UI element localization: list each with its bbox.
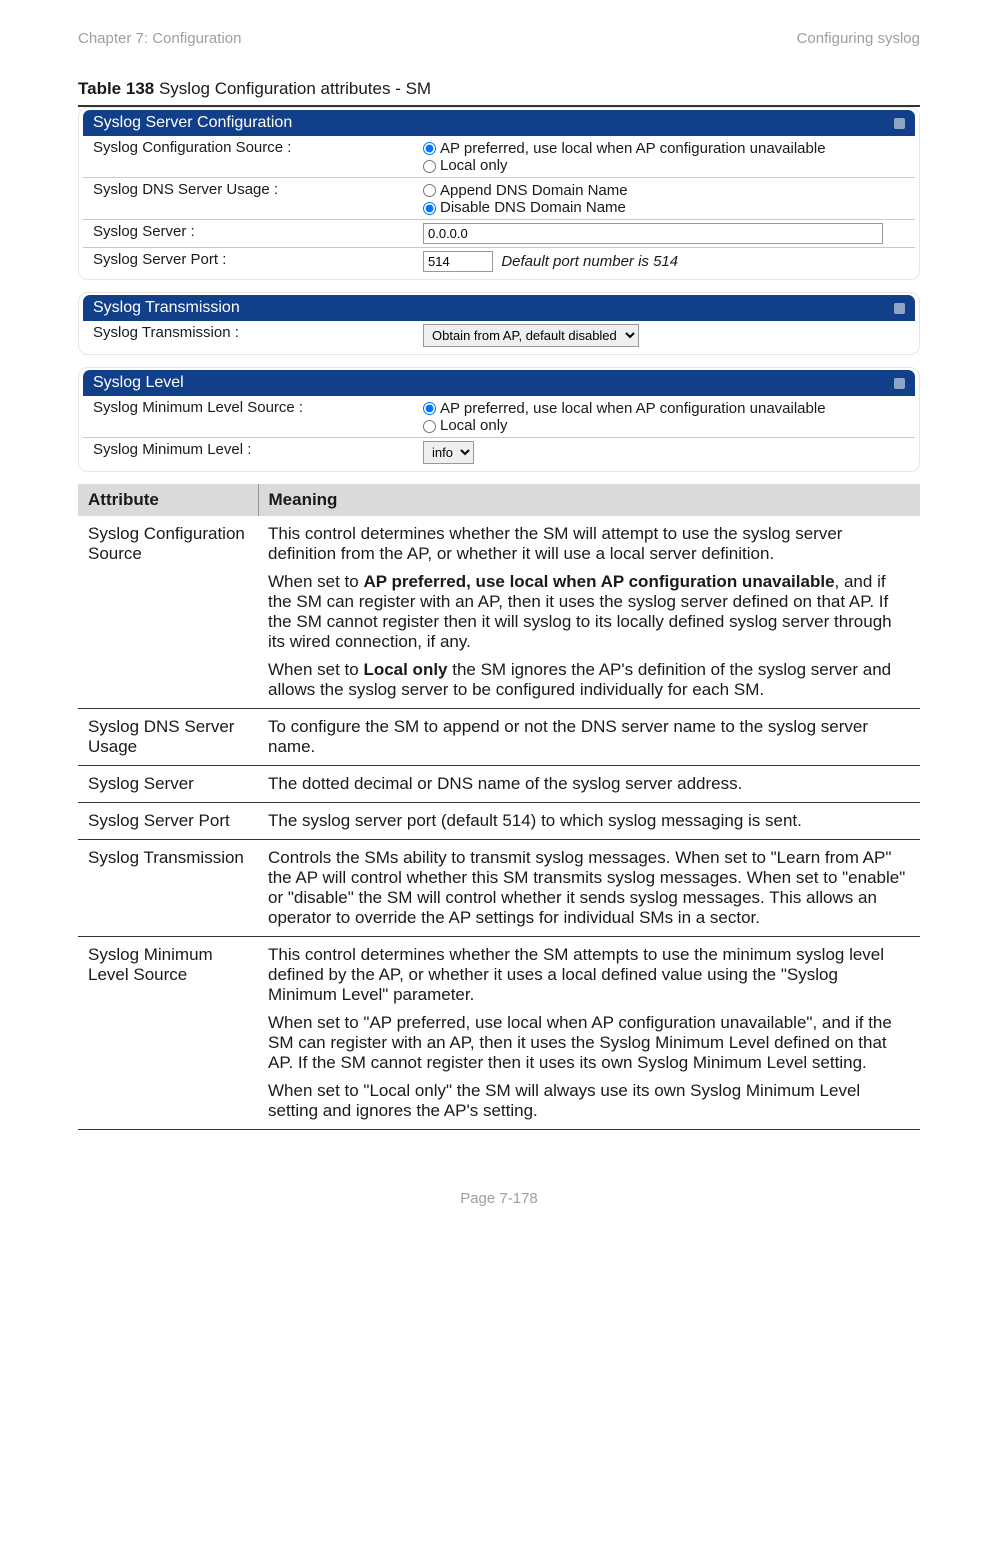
section-label: Configuring syslog	[797, 30, 920, 47]
syslog-server-config-panel: Syslog Server Configuration Syslog Confi…	[78, 107, 920, 280]
table-row: Syslog ServerThe dotted decimal or DNS n…	[78, 766, 920, 803]
radio-ap-preferred[interactable]: AP preferred, use local when AP configur…	[423, 140, 826, 157]
field-label: Syslog Transmission :	[83, 321, 413, 350]
attr-name: Syslog Configuration Source	[78, 516, 258, 709]
syslog-min-level-select[interactable]: info	[423, 441, 474, 464]
field-label: Syslog Configuration Source :	[83, 136, 413, 178]
table-number: Table 138	[78, 79, 154, 98]
syslog-transmission-select[interactable]: Obtain from AP, default disabled	[423, 324, 639, 347]
table-row: Syslog Configuration SourceThis control …	[78, 516, 920, 709]
page-footer: Page 7-178	[78, 1190, 920, 1207]
attr-name: Syslog Server	[78, 766, 258, 803]
radio-append-dns[interactable]: Append DNS Domain Name	[423, 182, 628, 199]
attr-name: Syslog DNS Server Usage	[78, 709, 258, 766]
attr-name: Syslog Minimum Level Source	[78, 937, 258, 1130]
radio-level-local-only[interactable]: Local only	[423, 417, 508, 434]
collapse-icon[interactable]	[894, 378, 905, 389]
table-row: Syslog Server PortThe syslog server port…	[78, 803, 920, 840]
attr-meaning: The dotted decimal or DNS name of the sy…	[258, 766, 920, 803]
field-label: Syslog Server :	[83, 220, 413, 248]
radio-local-only[interactable]: Local only	[423, 157, 508, 174]
table-row: Syslog Minimum Level SourceThis control …	[78, 937, 920, 1130]
collapse-icon[interactable]	[894, 118, 905, 129]
radio-level-ap-preferred[interactable]: AP preferred, use local when AP configur…	[423, 400, 826, 417]
attr-name: Syslog Server Port	[78, 803, 258, 840]
collapse-icon[interactable]	[894, 303, 905, 314]
syslog-server-input[interactable]	[423, 223, 883, 244]
chapter-label: Chapter 7: Configuration	[78, 30, 241, 47]
attr-meaning: To configure the SM to append or not the…	[258, 709, 920, 766]
attributes-table: Attribute Meaning Syslog Configuration S…	[78, 484, 920, 1130]
port-hint: Default port number is 514	[501, 253, 678, 270]
radio-disable-dns[interactable]: Disable DNS Domain Name	[423, 199, 626, 216]
syslog-port-input[interactable]	[423, 251, 493, 272]
field-label: Syslog Server Port :	[83, 248, 413, 276]
field-label: Syslog DNS Server Usage :	[83, 178, 413, 220]
attr-meaning: The syslog server port (default 514) to …	[258, 803, 920, 840]
syslog-transmission-panel: Syslog Transmission Syslog Transmission …	[78, 292, 920, 355]
attr-meaning: Controls the SMs ability to transmit sys…	[258, 840, 920, 937]
table-caption: Table 138 Syslog Configuration attribute…	[78, 79, 920, 99]
field-label: Syslog Minimum Level Source :	[83, 396, 413, 438]
table-row: Syslog DNS Server UsageTo configure the …	[78, 709, 920, 766]
col-meaning: Meaning	[258, 484, 920, 516]
panel-title: Syslog Level	[93, 374, 184, 392]
field-label: Syslog Minimum Level :	[83, 438, 413, 468]
col-attribute: Attribute	[78, 484, 258, 516]
attr-meaning: This control determines whether the SM a…	[258, 937, 920, 1130]
table-row: Syslog TransmissionControls the SMs abil…	[78, 840, 920, 937]
panel-title: Syslog Transmission	[93, 299, 240, 317]
panel-title: Syslog Server Configuration	[93, 114, 292, 132]
attr-name: Syslog Transmission	[78, 840, 258, 937]
attr-meaning: This control determines whether the SM w…	[258, 516, 920, 709]
syslog-level-panel: Syslog Level Syslog Minimum Level Source…	[78, 367, 920, 472]
